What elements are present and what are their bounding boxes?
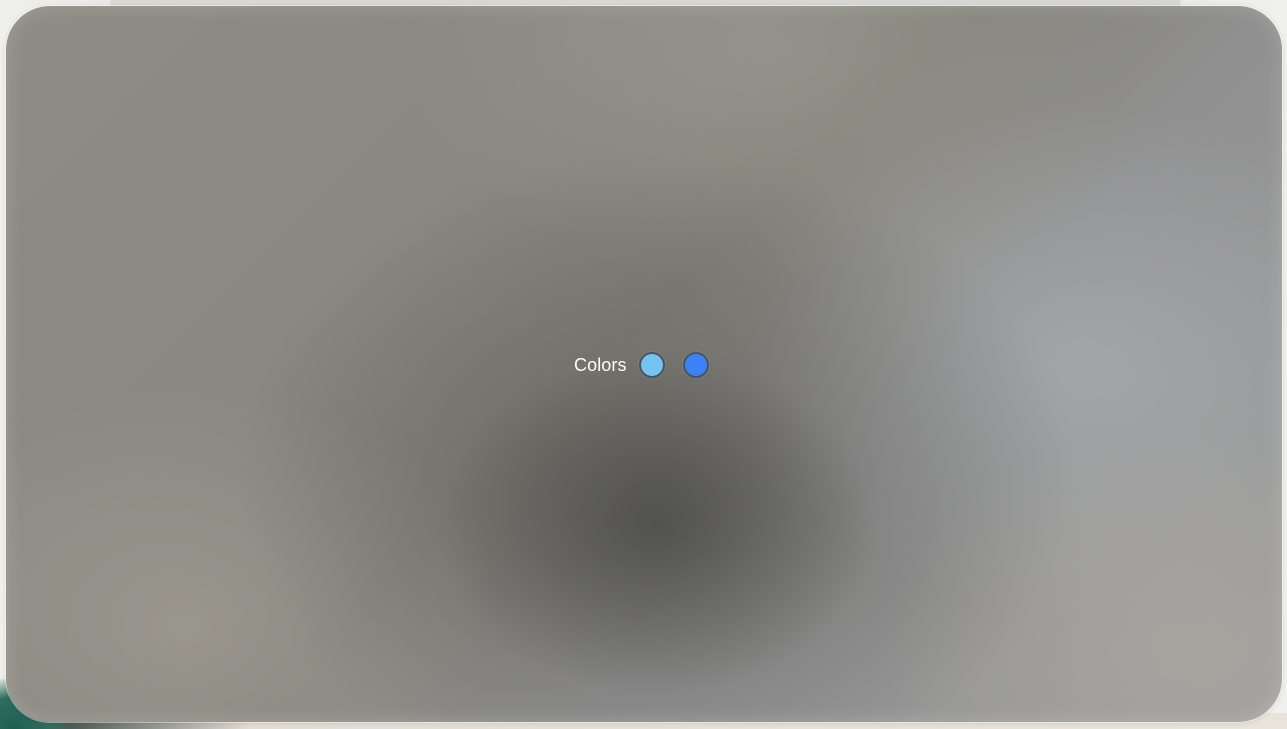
colors-label: Colors	[574, 354, 627, 375]
color-swatch-blue[interactable]	[682, 352, 709, 378]
app-window: Colors	[6, 6, 1282, 722]
color-swatch-light-blue[interactable]	[638, 352, 665, 378]
color-picker-row: Colors	[574, 350, 709, 380]
